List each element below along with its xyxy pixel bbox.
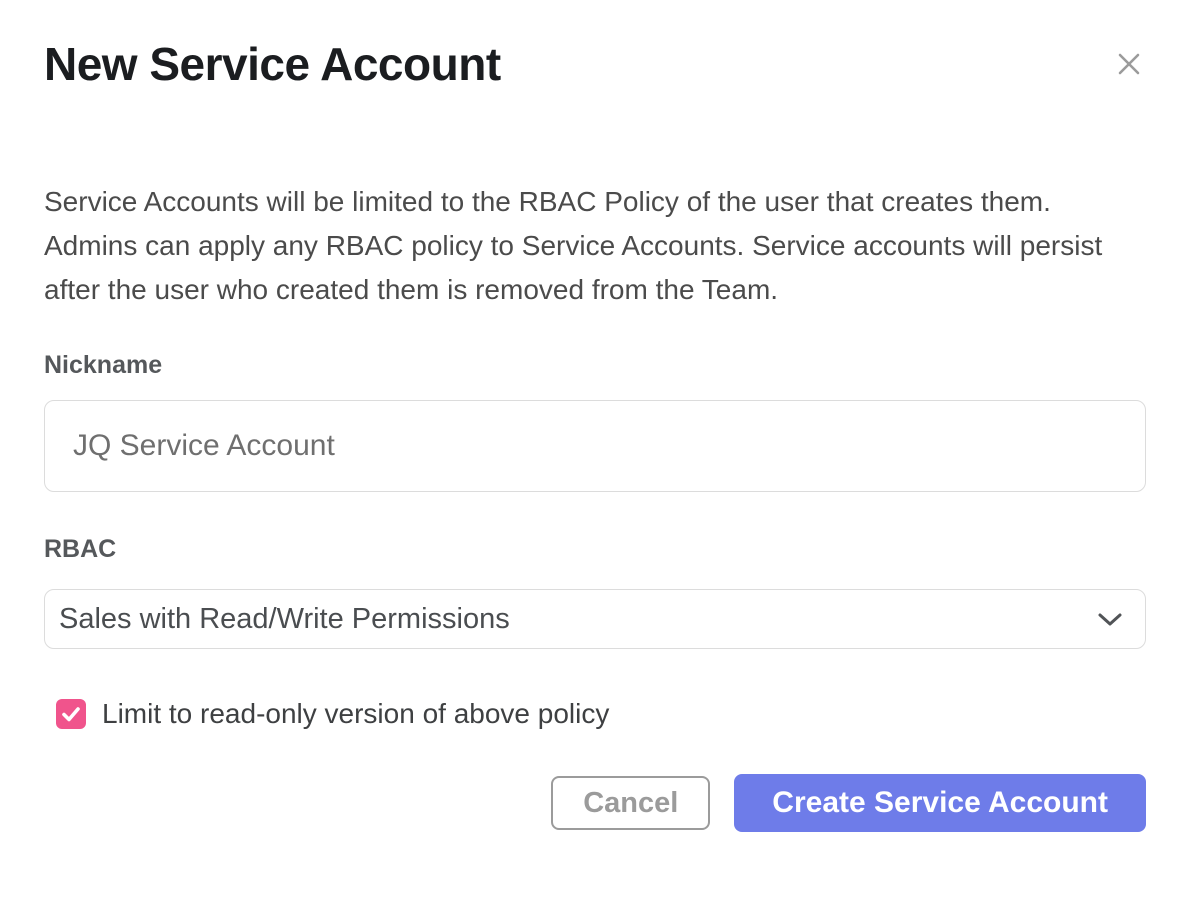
new-service-account-modal: New Service Account Service Accounts wil… [0,0,1190,904]
modal-description: Service Accounts will be limited to the … [44,180,1146,312]
modal-footer: Cancel Create Service Account [44,774,1146,832]
rbac-select[interactable]: Sales with Read/Write Permissions [44,589,1146,649]
page-title: New Service Account [44,0,1146,92]
cancel-button[interactable]: Cancel [551,776,710,830]
readonly-checkbox-label[interactable]: Limit to read-only version of above poli… [102,698,609,730]
close-button[interactable] [1112,48,1146,82]
rbac-label: RBAC [44,536,1146,562]
checkmark-icon [59,702,83,726]
rbac-selected-value: Sales with Read/Write Permissions [59,603,510,636]
readonly-checkbox-row: Limit to read-only version of above poli… [56,698,1146,730]
nickname-input[interactable] [44,400,1146,492]
nickname-label: Nickname [44,352,1146,378]
chevron-down-icon [1097,612,1123,627]
close-icon [1114,49,1144,82]
readonly-checkbox[interactable] [56,699,86,729]
create-service-account-button[interactable]: Create Service Account [734,774,1146,832]
